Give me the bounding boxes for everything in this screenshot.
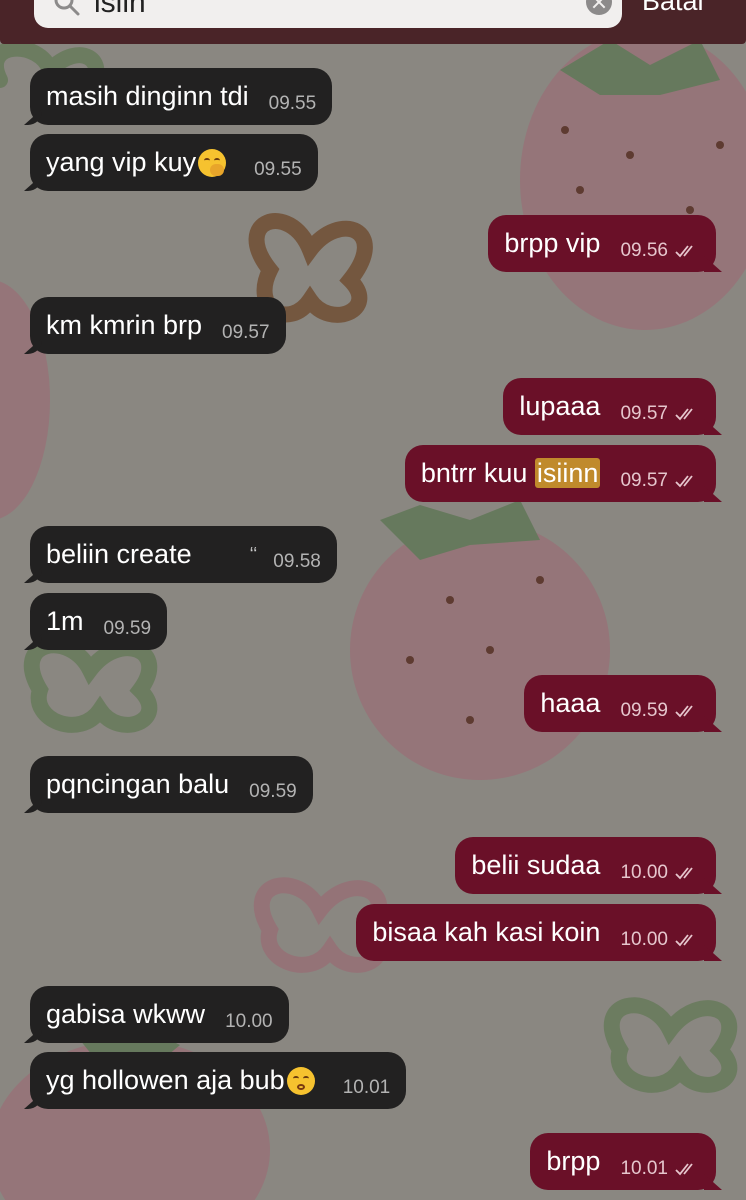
message-text: 1m [46,606,84,636]
hand-over-mouth-emoji-icon [198,148,227,177]
cancel-search-button[interactable]: Batal [642,0,704,17]
message-time: 10.01 [620,1157,668,1179]
search-field[interactable]: isiin [34,0,622,28]
message-text: beliin create [46,539,192,569]
bubble-tail [24,338,42,354]
double-check-icon [675,474,693,487]
outgoing-message[interactable]: bisaa kah kasi koin 10.00 [356,904,722,961]
message-text: brpp vip [504,228,601,258]
clear-search-icon[interactable] [586,0,612,15]
bubble-tail [704,878,722,894]
message-list: masih dinginn tdi 09.55 yang vip kuy 09.… [0,0,746,1200]
message-text: brpp [546,1146,601,1176]
outgoing-message[interactable]: belii sudaa 10.00 [455,837,722,894]
bubble-tail [704,945,722,961]
bubble-tail [704,1174,722,1190]
search-icon [54,0,80,16]
message-text: belii sudaa [471,850,601,880]
incoming-message[interactable]: 1m 09.59 [24,593,168,650]
bubble-tail [24,175,42,191]
outgoing-message[interactable]: bntrr kuu isiinn 09.57 [404,445,722,502]
message-time-status: 10.01 [620,1158,700,1180]
double-check-icon [675,407,693,420]
incoming-message[interactable]: yang vip kuy 09.55 [24,134,318,191]
message-time: 09.58 [273,550,321,572]
double-check-icon [675,1162,693,1175]
incoming-message[interactable]: masih dinginn tdi 09.55 [24,68,333,125]
message-time-status: 10.00 [620,929,700,951]
incoming-message[interactable]: gabisa wkww 10.00 [24,986,289,1043]
bubble-tail [24,1093,42,1109]
message-text: masih dinginn tdi [46,81,249,111]
incoming-message[interactable]: pqncingan balu 09.59 [24,756,313,813]
message-time-status: 10.00 [620,862,700,884]
message-time-status: 09.59 [620,700,700,722]
incoming-message[interactable]: beliin create ‘‘ 09.58 [24,526,337,583]
search-input[interactable]: isiin [94,0,146,20]
message-time: 09.56 [620,239,668,261]
message-time-status: 09.56 [620,240,700,262]
incoming-message[interactable]: km kmrin brp 09.57 [24,297,286,354]
incoming-message[interactable]: yg hollowen aja bub 10.01 [24,1052,407,1109]
message-time: 09.55 [254,158,302,180]
message-time: 09.59 [620,699,668,721]
bubble-tail [704,716,722,732]
message-text: gabisa wkww [46,999,206,1029]
message-text: pqncingan balu [46,769,230,799]
message-time: 10.00 [225,1010,273,1032]
message-time: 10.01 [342,1076,391,1098]
bubble-tail [24,797,42,813]
message-time: 09.57 [620,402,668,424]
message-time: 09.59 [103,617,152,639]
kissing-face-emoji-icon [286,1066,315,1095]
bubble-tail [24,1027,42,1043]
search-match-highlight: isiinn [534,458,601,488]
bubble-tail [24,634,42,650]
message-time: 10.00 [620,861,668,883]
message-time: 09.59 [249,780,297,802]
outgoing-message[interactable]: lupaaa 09.57 [503,378,722,435]
message-text: bntrr kuu isiinn [421,458,601,489]
double-check-icon [675,933,693,946]
message-time: 09.57 [222,321,270,343]
outgoing-message[interactable]: haaa 09.59 [524,675,722,732]
bubble-tail [24,567,42,583]
message-time: 09.55 [268,92,317,114]
bubble-tail [704,419,722,435]
message-text: haaa [540,688,601,718]
message-text: yang vip kuy [46,147,197,177]
double-check-icon [675,704,693,717]
bubble-tail [704,486,722,502]
bubble-tail [24,109,42,125]
double-check-icon [675,866,693,879]
message-text-part: bntrr kuu [420,458,528,488]
message-text: bisaa kah kasi koin [372,917,601,947]
message-text: lupaaa [519,391,601,421]
message-text: yg hollowen aja bub [46,1065,285,1095]
message-time-status: 09.57 [620,470,700,492]
search-header: isiin Batal [0,0,746,44]
double-check-icon [675,244,693,257]
message-time: 09.57 [620,469,668,491]
quote-mark-icon: ‘‘ [249,544,258,564]
outgoing-message[interactable]: brpp vip 09.56 [488,215,722,272]
message-time-status: 09.57 [620,403,700,425]
message-text: km kmrin brp [46,310,203,340]
message-time: 10.00 [620,928,668,950]
bubble-tail [704,256,722,272]
outgoing-message[interactable]: brpp 10.01 [530,1133,722,1190]
